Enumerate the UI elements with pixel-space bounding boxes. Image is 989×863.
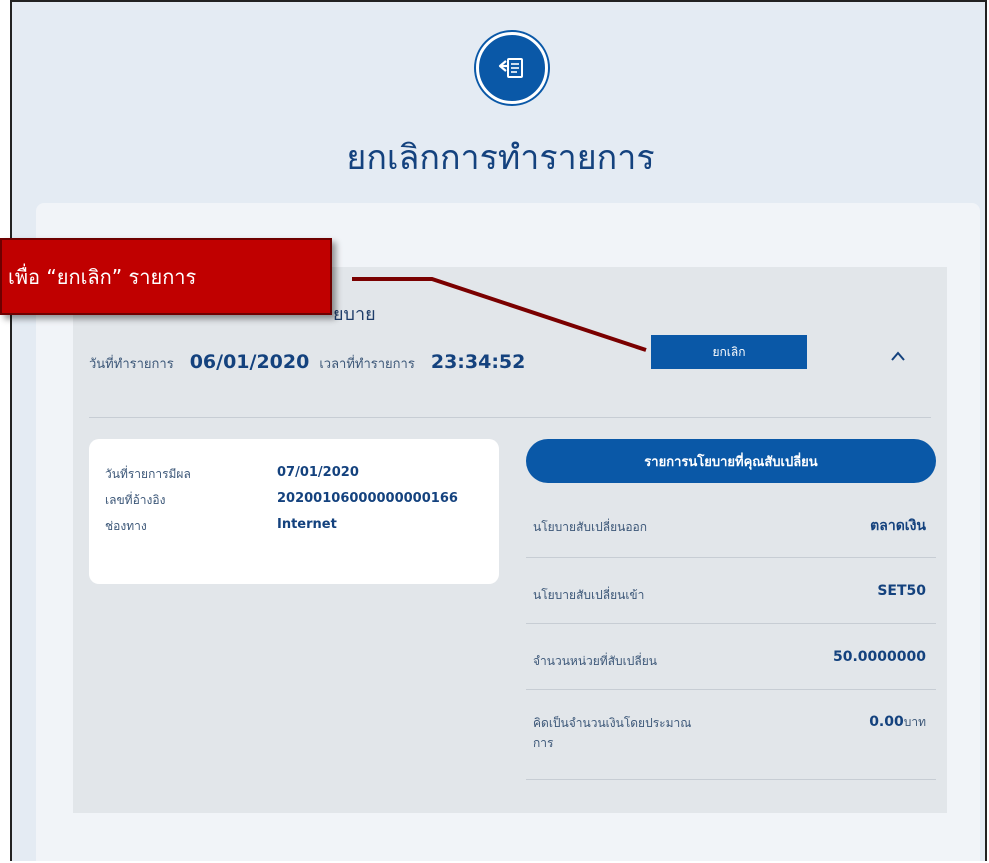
date-label: วันที่ทำรายการ <box>89 357 174 372</box>
info-label: เลขที่อ้างอิง <box>105 493 166 507</box>
info-value: Internet <box>277 517 337 532</box>
policy-row-in: นโยบายสับเปลี่ยนเข้า SET50 <box>526 557 936 624</box>
policy-label: คิดเป็นจำนวนเงินโดยประมาณการ <box>533 716 692 750</box>
date-value: 06/01/2020 <box>189 351 310 373</box>
policy-row-out: นโยบายสับเปลี่ยนออก ตลาดเงิน <box>526 485 936 558</box>
policy-header: รายการนโยบายที่คุณสับเปลี่ยน <box>526 439 936 483</box>
policy-label: นโยบายสับเปลี่ยนออก <box>533 520 647 534</box>
page-title: ยกเลิกการทำรายการ <box>346 138 655 178</box>
transaction-datetime: วันที่ทำรายการ 06/01/2020 เวลาที่ทำรายกา… <box>89 351 535 374</box>
info-row-effective-date: วันที่รายการมีผล 07/01/2020 <box>105 465 359 484</box>
amount-value: 0.00 <box>869 714 904 730</box>
info-box: วันที่รายการมีผล 07/01/2020 เลขที่อ้างอิ… <box>89 439 499 584</box>
info-label: วันที่รายการมีผล <box>105 467 191 481</box>
policy-value: ตลาดเงิน <box>870 518 926 534</box>
policy-value: 0.00บาท <box>869 713 926 732</box>
policy-row-units: จำนวนหน่วยที่สับเปลี่ยน 50.0000000 <box>526 623 936 690</box>
divider <box>89 417 931 418</box>
policy-value: SET50 <box>877 583 926 599</box>
policy-label: นโยบายสับเปลี่ยนเข้า <box>533 588 645 602</box>
panel-title: ยบาย <box>333 304 376 325</box>
info-value: 20200106000000000166 <box>277 491 458 506</box>
time-value: 23:34:52 <box>430 351 526 373</box>
time-label: เวลาที่ทำรายการ <box>319 357 415 372</box>
chevron-up-icon[interactable] <box>891 349 905 363</box>
policy-row-amount: คิดเป็นจำนวนเงินโดยประมาณการ 0.00บาท <box>526 689 936 780</box>
info-row-reference: เลขที่อ้างอิง 20200106000000000166 <box>105 491 458 510</box>
callout-annotation: เพื่อ “ยกเลิก” รายการ <box>0 238 332 315</box>
amount-unit: บาท <box>903 715 926 729</box>
info-value: 07/01/2020 <box>277 465 359 480</box>
policy-label: จำนวนหน่วยที่สับเปลี่ยน <box>533 654 657 668</box>
app-frame: ยกเลิกการทำรายการ ยบาย วันที่ทำรายการ 06… <box>10 0 987 861</box>
policy-value: 50.0000000 <box>833 649 926 665</box>
transaction-panel: ยบาย วันที่ทำรายการ 06/01/2020 เวลาที่ทำ… <box>73 267 947 813</box>
document-return-icon <box>476 32 548 104</box>
cancel-button[interactable]: ยกเลิก <box>651 335 807 369</box>
info-label: ช่องทาง <box>105 519 147 533</box>
info-row-channel: ช่องทาง Internet <box>105 517 337 536</box>
